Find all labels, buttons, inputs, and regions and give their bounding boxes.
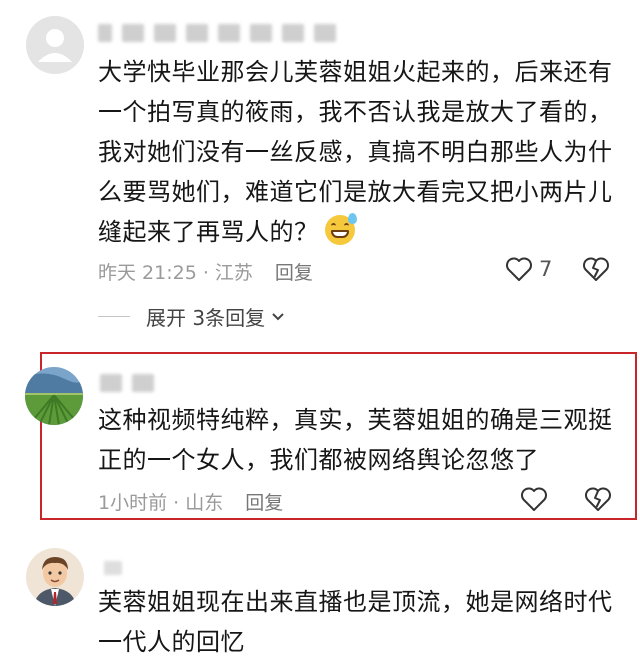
comment-line: 我对她们没有一丝反感，真搞不明白那些人为什 bbox=[98, 138, 613, 166]
comment-line: 大学快毕业那会儿芙蓉姐姐火起来的，后来还有 bbox=[98, 58, 613, 86]
grinning-sweat-emoji-icon bbox=[324, 213, 357, 245]
comment-line: 缝起来了再骂人的？ bbox=[98, 218, 319, 246]
comment-actions bbox=[520, 486, 612, 512]
reply-button[interactable]: 回复 bbox=[275, 258, 313, 285]
expand-replies-label: 展开 3条回复 bbox=[146, 306, 266, 330]
heart-outline-icon bbox=[506, 257, 532, 281]
username-blurred[interactable] bbox=[100, 374, 164, 392]
comment-line: 芙蓉姐姐现在出来直播也是顶流，她是网络时代 bbox=[98, 588, 613, 616]
expand-replies-button[interactable]: 展开 3条回复 bbox=[98, 302, 287, 331]
default-user-icon bbox=[26, 16, 84, 74]
comment-line: 这种视频特纯粹，真实，芙蓉姐姐的确是三观挺 bbox=[98, 406, 613, 434]
chevron-down-icon bbox=[272, 312, 284, 320]
broken-heart-icon bbox=[583, 257, 610, 281]
comment-text: 大学快毕业那会儿芙蓉姐姐火起来的，后来还有 一个拍写真的筱雨，我不否认我是放大了… bbox=[98, 52, 618, 252]
like-button[interactable] bbox=[520, 486, 548, 512]
like-button[interactable]: 7 bbox=[505, 256, 552, 282]
landscape-avatar-icon bbox=[25, 367, 83, 425]
broken-heart-icon bbox=[585, 487, 611, 511]
time-location: 1小时前 · 山东 bbox=[98, 492, 224, 514]
time-location: 昨天 21:25 · 江苏 bbox=[98, 262, 253, 284]
comment-actions: 7 bbox=[505, 256, 610, 282]
comment-line: 么要骂她们，难道它们是放大看完又把小两片儿 bbox=[98, 178, 613, 206]
comment-line: 一个拍写真的筱雨，我不否认我是放大了看的， bbox=[98, 98, 613, 126]
comment-text: 这种视频特纯粹，真实，芙蓉姐姐的确是三观挺 正的一个女人，我们都被网络舆论忽悠了 bbox=[98, 400, 618, 480]
comment-line: 正的一个女人，我们都被网络舆论忽悠了 bbox=[98, 446, 539, 474]
avatar-cartoon[interactable] bbox=[26, 548, 84, 606]
comment-line: 一代人的回忆 bbox=[98, 628, 245, 656]
reply-button[interactable]: 回复 bbox=[245, 488, 283, 515]
divider-line bbox=[98, 316, 130, 317]
cartoon-man-avatar-icon bbox=[26, 548, 84, 606]
comment-meta: 1小时前 · 山东 回复 bbox=[98, 488, 283, 515]
comment-meta: 昨天 21:25 · 江苏 回复 bbox=[98, 258, 313, 285]
like-count: 7 bbox=[539, 257, 553, 281]
avatar-default[interactable] bbox=[26, 16, 84, 74]
comment-text: 芙蓉姐姐现在出来直播也是顶流，她是网络时代 一代人的回忆 bbox=[98, 582, 618, 662]
dislike-button[interactable] bbox=[582, 256, 610, 282]
dislike-button[interactable] bbox=[584, 486, 612, 512]
comment-line-with-emoji: 缝起来了再骂人的？ bbox=[98, 212, 618, 252]
heart-outline-icon bbox=[521, 487, 547, 511]
username-blurred[interactable] bbox=[98, 24, 346, 42]
username-blurred[interactable] bbox=[104, 560, 132, 578]
avatar-landscape[interactable] bbox=[25, 367, 83, 425]
